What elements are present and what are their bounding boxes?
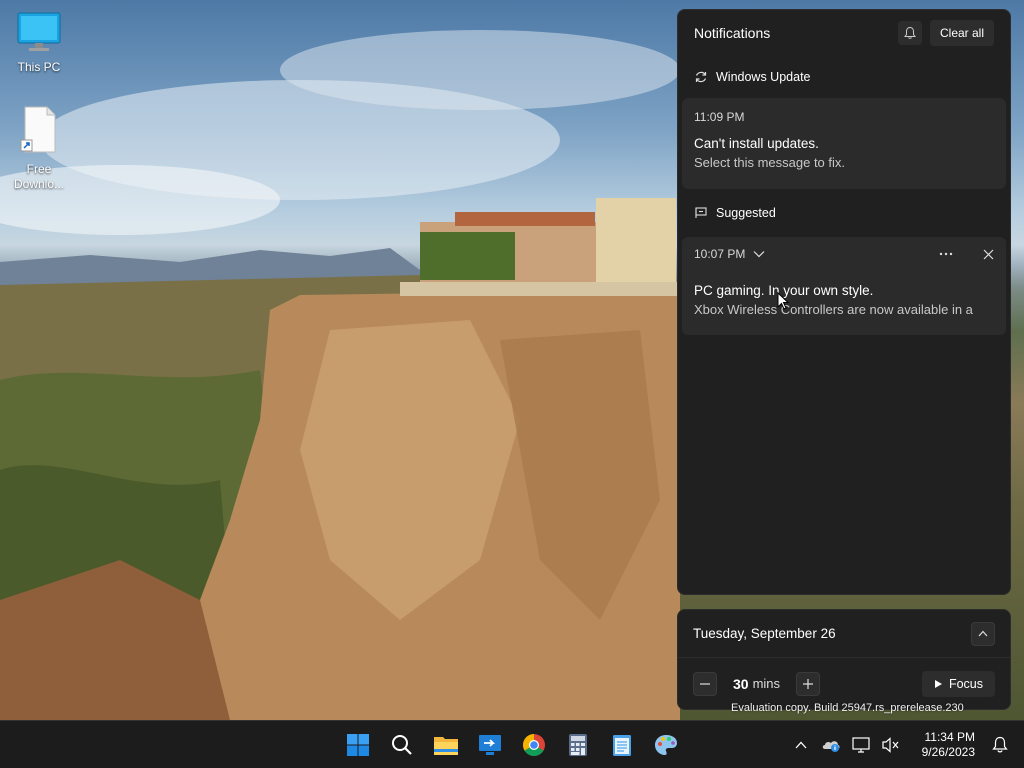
more-options-icon[interactable]: [939, 252, 953, 256]
focus-minutes-unit: mins: [752, 676, 781, 691]
expand-chevron-icon[interactable]: [753, 250, 765, 258]
taskbar: 11:34 PM 9/26/2023: [0, 720, 1024, 768]
group-app-name: Windows Update: [716, 70, 811, 84]
show-hidden-icons-chevron-icon[interactable]: [789, 725, 813, 765]
play-icon: [934, 679, 942, 688]
notification-card-title: Can't install updates.: [694, 136, 819, 151]
notification-group-windows-update[interactable]: Windows Update: [678, 56, 1010, 98]
focus-button-label: Focus: [948, 676, 983, 691]
taskbar-clock[interactable]: 11:34 PM 9/26/2023: [922, 730, 975, 760]
notification-card-suggested[interactable]: 10:07 PM PC gaming. In your own style. X…: [682, 237, 1006, 335]
bell-snooze-icon: [903, 26, 916, 39]
notification-title: Notifications: [694, 25, 771, 41]
notification-time-text: 11:09 PM: [694, 110, 745, 124]
taskbar-apps: [336, 721, 688, 768]
file-explorer-icon[interactable]: [424, 725, 468, 765]
notification-actions: [939, 249, 994, 260]
focus-minutes-value: 30: [733, 675, 749, 692]
suggested-app-icon: [694, 206, 708, 220]
notification-time-text: 10:07 PM: [694, 247, 746, 261]
search-icon[interactable]: [380, 725, 424, 765]
paint-icon[interactable]: [644, 725, 688, 765]
volume-muted-icon[interactable]: [879, 725, 903, 765]
notification-card-title: PC gaming. In your own style.: [694, 283, 874, 298]
notification-center: Notifications Clear all Windows Update 1…: [677, 9, 1011, 595]
notification-group-suggested[interactable]: Suggested: [678, 189, 1010, 237]
clock-date: 9/26/2023: [921, 745, 975, 759]
network-icon[interactable]: [849, 725, 873, 765]
chrome-icon[interactable]: [512, 725, 556, 765]
notification-card-body: Xbox Wireless Controllers are now availa…: [694, 302, 973, 317]
desktop-icon-label: Free Downlo...: [13, 162, 65, 191]
desktop-icon-free-download[interactable]: Free Downlo...: [3, 106, 75, 192]
expand-calendar-button[interactable]: [971, 621, 995, 646]
calendar-header: Tuesday, September 26: [678, 610, 1010, 658]
calendar-date[interactable]: Tuesday, September 26: [693, 626, 971, 641]
increase-minutes-button[interactable]: [796, 671, 821, 696]
notification-card-body: Select this message to fix.: [694, 155, 846, 170]
close-icon[interactable]: [983, 249, 994, 260]
notification-card-update[interactable]: 11:09 PM Can't install updates. Select t…: [682, 98, 1006, 189]
notification-bell-icon[interactable]: [988, 725, 1012, 765]
plus-icon: [803, 678, 814, 689]
clock-time: 11:34 PM: [924, 730, 975, 744]
notification-time: 10:07 PM: [694, 239, 994, 269]
system-tray: 11:34 PM 9/26/2023: [786, 721, 1024, 768]
start-focus-button[interactable]: Focus: [921, 670, 995, 697]
desktop-icon-this-pc[interactable]: This PC: [3, 12, 75, 75]
file-shortcut-icon: [3, 106, 75, 158]
refresh-icon: [694, 70, 708, 84]
calculator-icon[interactable]: [556, 725, 600, 765]
notification-header: Notifications Clear all: [678, 10, 1010, 56]
onedrive-info-icon[interactable]: [819, 725, 843, 765]
remote-desktop-icon[interactable]: [468, 725, 512, 765]
do-not-disturb-button[interactable]: [897, 21, 922, 45]
monitor-icon: [3, 12, 75, 56]
clear-all-button[interactable]: Clear all: [929, 20, 994, 46]
notepad-icon[interactable]: [600, 725, 644, 765]
evaluation-watermark: Evaluation copy. Build 25947.rs_prerelea…: [731, 702, 964, 714]
minus-icon: [700, 682, 710, 685]
calendar-focus-panel: Tuesday, September 26 30 mins Focus: [677, 609, 1011, 710]
desktop-icon-label: This PC: [17, 60, 61, 74]
windows-start-icon[interactable]: [336, 725, 380, 765]
group-app-name: Suggested: [716, 206, 776, 220]
notification-time: 11:09 PM: [694, 104, 994, 130]
mouse-cursor-icon: [777, 292, 789, 310]
chevron-up-icon: [978, 630, 988, 637]
decrease-minutes-button[interactable]: [693, 671, 717, 696]
